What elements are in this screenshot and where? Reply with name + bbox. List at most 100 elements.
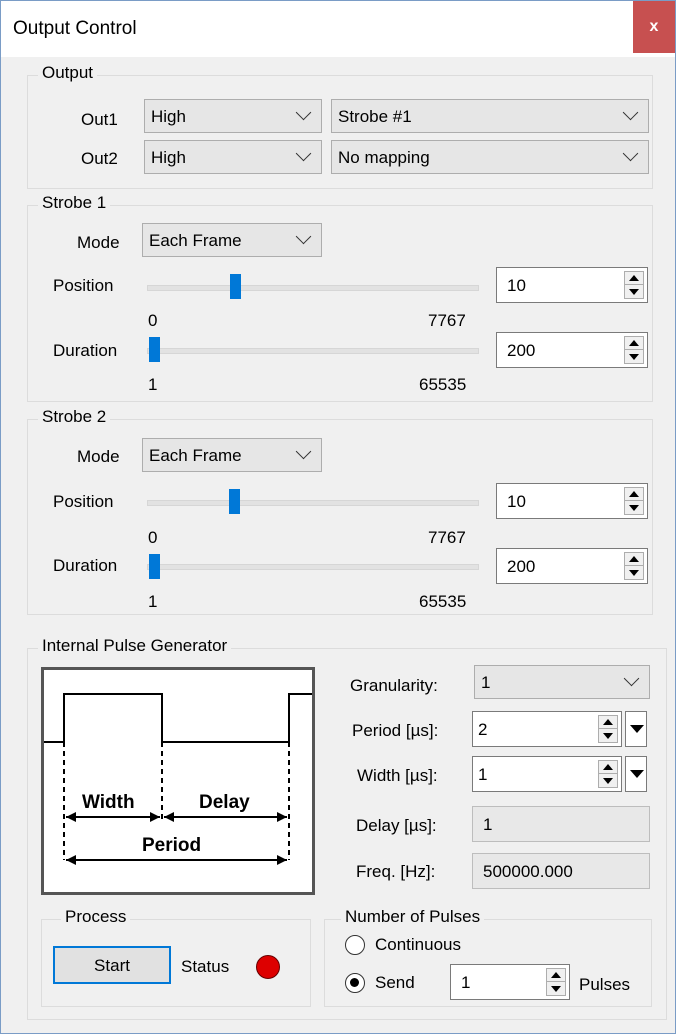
spin-arrows-icon[interactable] [624, 487, 644, 515]
out1-level-value: High [151, 107, 186, 126]
process-group-label: Process [61, 907, 131, 927]
spin-arrows-icon[interactable] [624, 336, 644, 364]
output-group-label: Output [38, 63, 98, 83]
delay-value: 1 [483, 815, 493, 834]
granularity-label: Granularity: [350, 676, 438, 695]
strobe1-position-min: 0 [148, 311, 158, 330]
diagram-width-text: Width [82, 792, 135, 813]
strobe1-duration-thumb[interactable] [149, 337, 160, 362]
pulses-unit-label: Pulses [579, 975, 631, 994]
strobe1-position-input[interactable]: 10 [496, 267, 648, 303]
strobe1-duration-min: 1 [148, 375, 158, 394]
strobe2-position-min: 0 [148, 528, 158, 547]
granularity-value: 1 [481, 673, 491, 692]
strobe2-duration-track[interactable] [147, 564, 479, 570]
freq-readonly-field: 500000.000 [472, 853, 650, 889]
strobe2-position-input[interactable]: 10 [496, 483, 648, 519]
strobe1-position-thumb[interactable] [230, 274, 241, 299]
spin-arrows-icon[interactable] [546, 968, 566, 996]
strobe1-duration-input[interactable]: 200 [496, 332, 648, 368]
out2-mapping-select[interactable]: No mapping [331, 140, 649, 174]
out2-label: Out2 [81, 149, 118, 168]
title-bar: Output Control x [1, 1, 675, 57]
strobe1-duration-track[interactable] [147, 348, 479, 354]
strobe1-mode-label: Mode [77, 233, 120, 252]
chevron-down-icon [295, 145, 312, 162]
period-value: 2 [478, 720, 488, 739]
out2-mapping-value: No mapping [338, 148, 430, 167]
chevron-down-icon [622, 145, 639, 162]
out1-mapping-value: Strobe #1 [338, 107, 412, 126]
strobe2-duration-input[interactable]: 200 [496, 548, 648, 584]
strobe2-position-max: 7767 [428, 528, 466, 547]
strobe1-position-label: Position [53, 276, 114, 295]
delay-label: Delay [µs]: [356, 816, 437, 835]
out1-label: Out1 [81, 110, 118, 129]
out2-level-select[interactable]: High [144, 140, 322, 174]
width-value: 1 [478, 765, 488, 784]
pulse-waveform-graphic: Width Delay Period [44, 693, 312, 865]
strobe1-mode-value: Each Frame [149, 231, 242, 250]
width-label: Width [µs]: [357, 766, 438, 785]
strobe1-mode-select[interactable]: Each Frame [142, 223, 322, 257]
strobe1-group [27, 205, 653, 402]
number-of-pulses-group-label: Number of Pulses [341, 907, 485, 927]
granularity-select[interactable]: 1 [474, 665, 650, 699]
strobe2-duration-min: 1 [148, 592, 158, 611]
status-indicator-icon [256, 955, 280, 979]
width-dropdown-button[interactable] [625, 756, 647, 792]
continuous-label: Continuous [375, 935, 462, 954]
start-button[interactable]: Start [53, 946, 171, 984]
start-button-label: Start [94, 956, 130, 975]
strobe2-mode-select[interactable]: Each Frame [142, 438, 322, 472]
strobe2-duration-label: Duration [53, 556, 118, 575]
width-input[interactable]: 1 [472, 756, 622, 792]
chevron-down-icon [295, 104, 312, 121]
out2-level-value: High [151, 148, 186, 167]
output-control-window: Output Control x Output Out1 High Strobe… [0, 0, 676, 1034]
strobe2-position-value: 10 [507, 492, 526, 511]
spin-arrows-icon[interactable] [598, 760, 618, 788]
strobe2-group-label: Strobe 2 [38, 407, 111, 427]
spin-arrows-icon[interactable] [624, 271, 644, 299]
period-dropdown-button[interactable] [625, 711, 647, 747]
spin-arrows-icon[interactable] [598, 715, 618, 743]
strobe1-position-value: 10 [507, 276, 526, 295]
diagram-period-text: Period [142, 835, 201, 856]
strobe1-group-label: Strobe 1 [38, 193, 111, 213]
strobe2-duration-value: 200 [507, 557, 536, 576]
spin-arrows-icon[interactable] [624, 552, 644, 580]
strobe2-position-thumb[interactable] [229, 489, 240, 514]
chevron-down-icon [622, 104, 639, 121]
strobe2-mode-value: Each Frame [149, 446, 242, 465]
out1-mapping-select[interactable]: Strobe #1 [331, 99, 649, 133]
out1-level-select[interactable]: High [144, 99, 322, 133]
freq-label: Freq. [Hz]: [356, 862, 436, 881]
pulse-timing-diagram: Width Delay Period [41, 667, 315, 895]
pulse-generator-group-label: Internal Pulse Generator [38, 636, 232, 656]
continuous-radio[interactable] [345, 935, 365, 955]
chevron-down-icon [623, 670, 640, 687]
send-label: Send [375, 973, 415, 992]
strobe2-position-track[interactable] [147, 500, 479, 506]
strobe1-duration-label: Duration [53, 341, 118, 360]
strobe2-duration-max: 65535 [419, 592, 467, 611]
close-button[interactable]: x [633, 1, 675, 53]
strobe1-position-track[interactable] [147, 285, 479, 291]
delay-readonly-field: 1 [472, 806, 650, 842]
strobe1-duration-value: 200 [507, 341, 536, 360]
strobe1-duration-max: 65535 [419, 375, 467, 394]
strobe1-position-max: 7767 [428, 311, 466, 330]
status-label: Status [181, 957, 230, 976]
period-input[interactable]: 2 [472, 711, 622, 747]
strobe2-mode-label: Mode [77, 447, 120, 466]
window-title: Output Control [13, 18, 137, 39]
diagram-delay-text: Delay [199, 792, 250, 813]
chevron-down-icon [295, 443, 312, 460]
chevron-down-icon [295, 228, 312, 245]
pulse-count-input[interactable]: 1 [450, 964, 570, 1000]
send-radio[interactable] [345, 973, 365, 993]
close-icon: x [649, 18, 659, 35]
freq-value: 500000.000 [483, 862, 573, 881]
strobe2-duration-thumb[interactable] [149, 554, 160, 579]
